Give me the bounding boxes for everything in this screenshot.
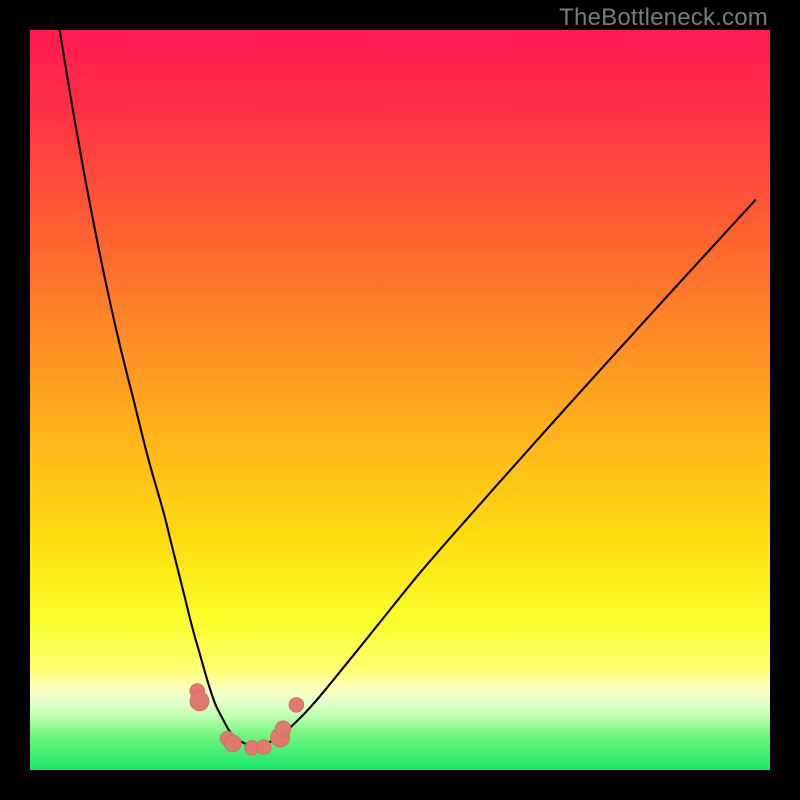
curve-markers	[190, 683, 304, 755]
curve-marker	[256, 740, 271, 755]
curve-marker	[289, 697, 304, 712]
watermark-text: TheBottleneck.com	[559, 4, 768, 32]
chart-frame: TheBottleneck.com	[0, 0, 800, 800]
curve-layer	[30, 30, 770, 770]
plot-area	[30, 30, 770, 770]
v-curve	[60, 30, 756, 745]
curve-marker	[275, 721, 291, 737]
curve-marker	[224, 735, 241, 752]
curve-marker	[190, 692, 209, 711]
